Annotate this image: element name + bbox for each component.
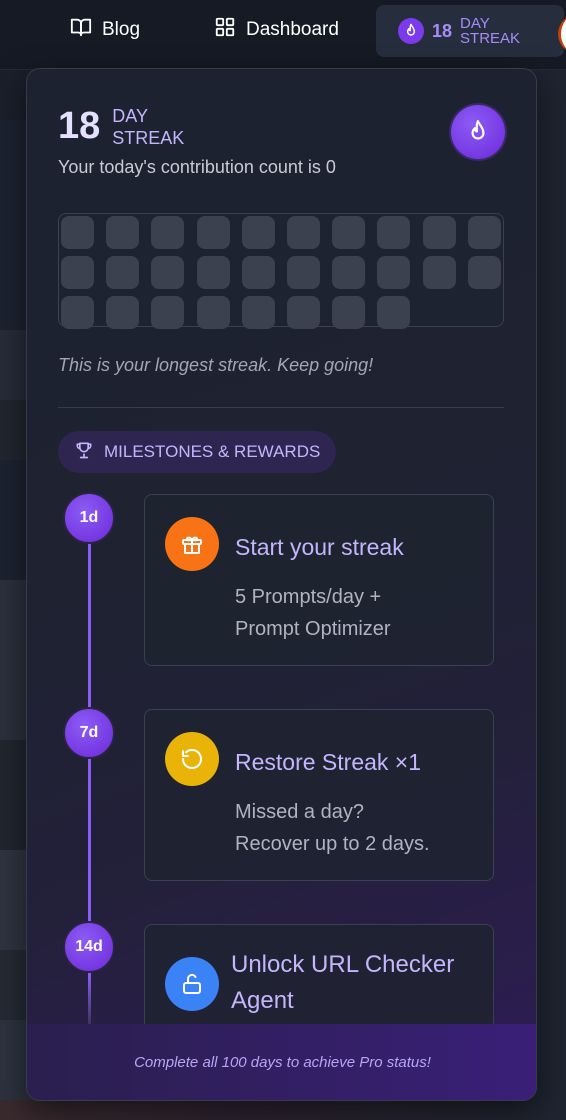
- contribution-cell: [106, 256, 140, 289]
- milestone-title: Unlock URL Checker Agent: [231, 951, 455, 1014]
- nav-dashboard-label: Dashboard: [246, 19, 339, 40]
- longest-streak-message: This is your longest streak. Keep going!: [58, 355, 374, 375]
- nav-streak-button[interactable]: 18 DAY STREAK: [376, 5, 564, 57]
- nav-dashboard-link[interactable]: Dashboard: [214, 10, 339, 50]
- milestone-card[interactable]: Start your streak 5 Prompts/day + Prompt…: [144, 494, 494, 666]
- contribution-cell: [332, 296, 366, 329]
- contribution-cell: [332, 256, 366, 289]
- contribution-cell: [467, 216, 501, 249]
- contribution-cell: [467, 256, 501, 289]
- streak-count: 18: [58, 105, 101, 147]
- contribution-cell: [286, 216, 320, 249]
- contribution-cell: [377, 296, 411, 329]
- contribution-cell: [106, 296, 140, 329]
- book-icon: [70, 16, 92, 44]
- footer-banner: Complete all 100 days to achieve Pro sta…: [27, 1024, 536, 1100]
- contribution-cell: [332, 216, 366, 249]
- dashboard-grid-icon: [214, 16, 236, 44]
- contribution-cell: [241, 216, 275, 249]
- nav-streak-label: DAY STREAK: [460, 15, 521, 47]
- milestone-card[interactable]: Restore Streak ×1 Missed a day? Recover …: [144, 709, 494, 881]
- milestone-day-7: 7d: [63, 707, 115, 759]
- unlock-icon: [165, 957, 219, 1011]
- streak-popup: 18 DAY STREAK Your today's contribution …: [26, 68, 537, 1101]
- streak-header: 18 DAY STREAK: [58, 105, 185, 149]
- contribution-cell: [241, 256, 275, 289]
- contribution-cell: [196, 256, 230, 289]
- streak-label: DAY STREAK: [112, 106, 185, 148]
- contribution-cell: [61, 216, 94, 249]
- contribution-cell: [196, 216, 230, 249]
- contribution-cell: [286, 256, 320, 289]
- contribution-cell: [106, 216, 140, 249]
- contribution-cell: [61, 296, 94, 329]
- flame-icon: [451, 105, 505, 159]
- trophy-icon: [74, 440, 94, 465]
- divider: [58, 407, 504, 408]
- milestone-day-14: 14d: [63, 921, 115, 973]
- contribution-cell: [422, 256, 456, 289]
- top-navigation: Blog Dashboard 18 DAY STREAK: [0, 0, 566, 70]
- milestone-description: Missed a day? Recover up to 2 days.: [235, 801, 430, 855]
- timeline-line-fade: [88, 974, 91, 1029]
- gift-icon: [165, 517, 219, 571]
- footer-pro-message: Complete all 100 days to achieve Pro sta…: [134, 1053, 431, 1071]
- contribution-cell: [61, 256, 94, 289]
- contribution-cell: [151, 256, 185, 289]
- milestone-title: Restore Streak ×1: [235, 749, 422, 775]
- milestones-label: MILESTONES & REWARDS: [104, 442, 321, 461]
- contribution-cell: [151, 216, 185, 249]
- contribution-cell: [151, 296, 185, 329]
- contribution-count-text: Your today's contribution count is 0: [58, 157, 336, 177]
- milestone-description: 5 Prompts/day + Prompt Optimizer: [235, 586, 391, 640]
- milestone-day-1: 1d: [63, 492, 115, 544]
- contribution-cell: [286, 296, 320, 329]
- milestone-title: Start your streak: [235, 534, 404, 560]
- restore-icon: [165, 732, 219, 786]
- contribution-cell: [196, 296, 230, 329]
- flame-icon: [398, 18, 424, 44]
- nav-streak-count: 18: [432, 20, 453, 41]
- contribution-cell: [422, 216, 456, 249]
- background-page-bottom: [0, 1100, 566, 1120]
- milestones-rewards-chip: MILESTONES & REWARDS: [58, 431, 337, 473]
- contribution-cell: [241, 296, 275, 329]
- nav-blog-label: Blog: [102, 19, 141, 40]
- contribution-grid: [58, 213, 504, 329]
- nav-blog-link[interactable]: Blog: [70, 10, 140, 50]
- contribution-cell: [377, 216, 411, 249]
- contribution-cell: [377, 256, 411, 289]
